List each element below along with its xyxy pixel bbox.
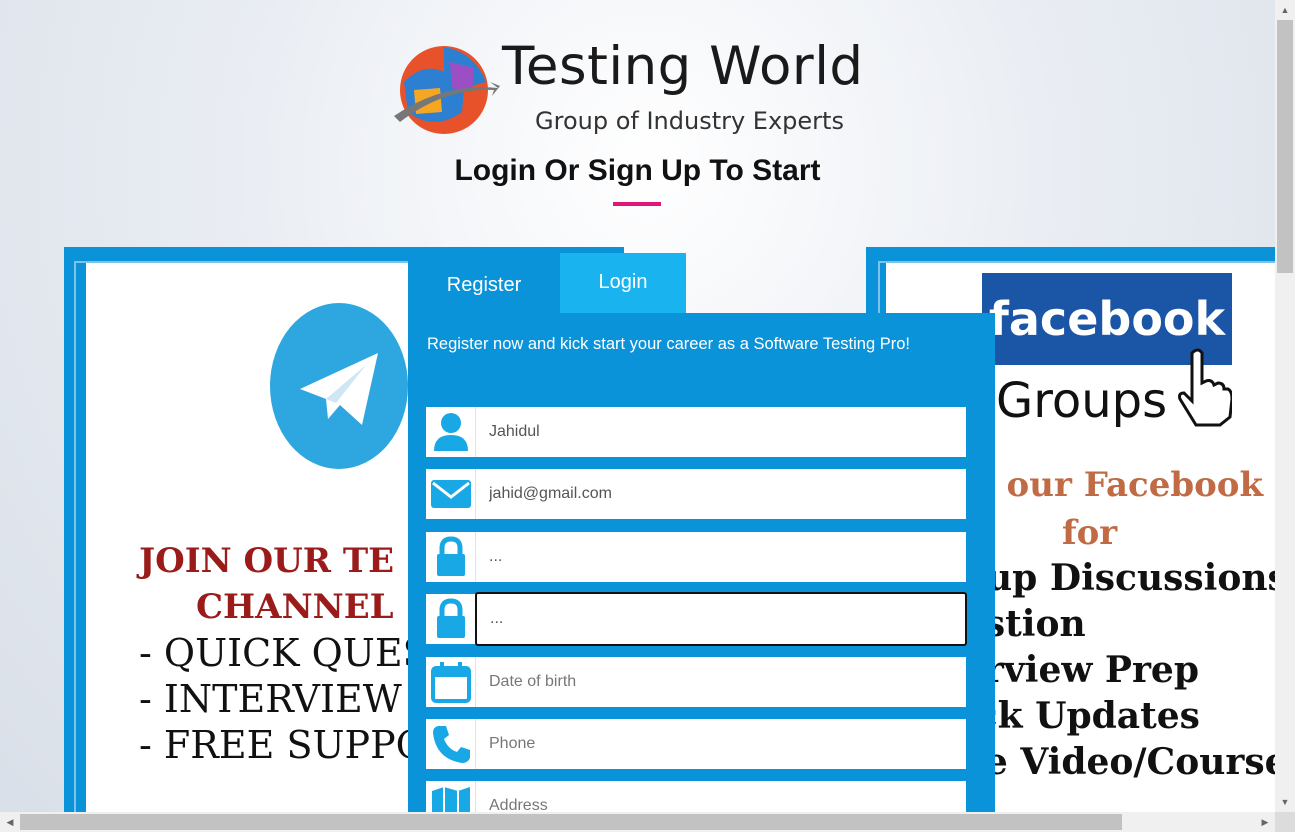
first-name-field xyxy=(426,407,966,457)
globe-puzzle-icon xyxy=(394,46,500,134)
email-input[interactable] xyxy=(476,469,966,519)
password-input[interactable] xyxy=(476,532,966,582)
first-name-input[interactable] xyxy=(476,407,966,457)
password-field xyxy=(426,532,966,582)
email-icon xyxy=(426,469,476,519)
telegram-item: - QUICK QUES xyxy=(139,631,429,675)
lock-icon xyxy=(426,594,476,644)
telegram-headline-2: CHANNEL xyxy=(196,587,394,627)
form-intro: Register now and kick start your career … xyxy=(427,335,910,353)
calendar-icon xyxy=(426,657,476,707)
facebook-item: ee Video/Course xyxy=(962,741,1275,783)
email-field xyxy=(426,469,966,519)
register-form: Register now and kick start your career … xyxy=(408,313,995,812)
confirm-password-field xyxy=(426,592,967,646)
map-icon xyxy=(426,781,476,812)
page-title: Login Or Sign Up To Start xyxy=(454,154,821,187)
vertical-scrollbar[interactable]: ▲ ▼ xyxy=(1275,0,1295,812)
vertical-scroll-thumb[interactable] xyxy=(1277,20,1293,273)
facebook-groups-label: Groups xyxy=(996,373,1168,429)
dob-input[interactable] xyxy=(476,657,966,707)
tab-login[interactable]: Login xyxy=(560,253,686,313)
facebook-item: ick Updates xyxy=(962,695,1200,737)
brand-title: Testing World xyxy=(502,36,864,97)
address-field xyxy=(426,781,966,812)
facebook-item: erview Prep xyxy=(962,649,1200,691)
address-input[interactable] xyxy=(476,781,966,812)
tab-register[interactable]: Register xyxy=(408,253,560,315)
telegram-item: - INTERVIEW xyxy=(139,677,402,721)
horizontal-scroll-thumb[interactable] xyxy=(20,814,1122,830)
brand-subtitle: Group of Industry Experts xyxy=(535,107,844,135)
phone-input[interactable] xyxy=(476,719,966,769)
dob-field xyxy=(426,657,966,707)
phone-icon xyxy=(426,719,476,769)
scroll-down-icon[interactable]: ▼ xyxy=(1275,792,1295,812)
user-icon xyxy=(426,407,476,457)
telegram-icon xyxy=(270,303,408,469)
facebook-headline: n our Facebook G xyxy=(970,465,1275,505)
horizontal-scrollbar[interactable]: ◀ ▶ xyxy=(0,812,1275,832)
facebook-headline-2: for xyxy=(1062,513,1118,553)
site-logo[interactable]: Testing World Group of Industry Experts xyxy=(394,36,894,140)
page: Testing World Group of Industry Experts … xyxy=(0,0,1275,812)
pointer-hand-icon xyxy=(1178,348,1232,427)
lock-icon xyxy=(426,532,476,582)
title-underline xyxy=(613,202,661,206)
scroll-right-icon[interactable]: ▶ xyxy=(1255,812,1275,832)
facebook-item: oup Discussions xyxy=(962,557,1275,599)
scroll-up-icon[interactable]: ▲ xyxy=(1275,0,1295,20)
confirm-password-input[interactable] xyxy=(475,592,967,646)
telegram-item: - FREE SUPPO xyxy=(139,723,427,767)
scrollbar-corner xyxy=(1275,812,1295,832)
phone-field xyxy=(426,719,966,769)
scroll-left-icon[interactable]: ◀ xyxy=(0,812,20,832)
telegram-headline: JOIN OUR TE xyxy=(139,541,395,581)
